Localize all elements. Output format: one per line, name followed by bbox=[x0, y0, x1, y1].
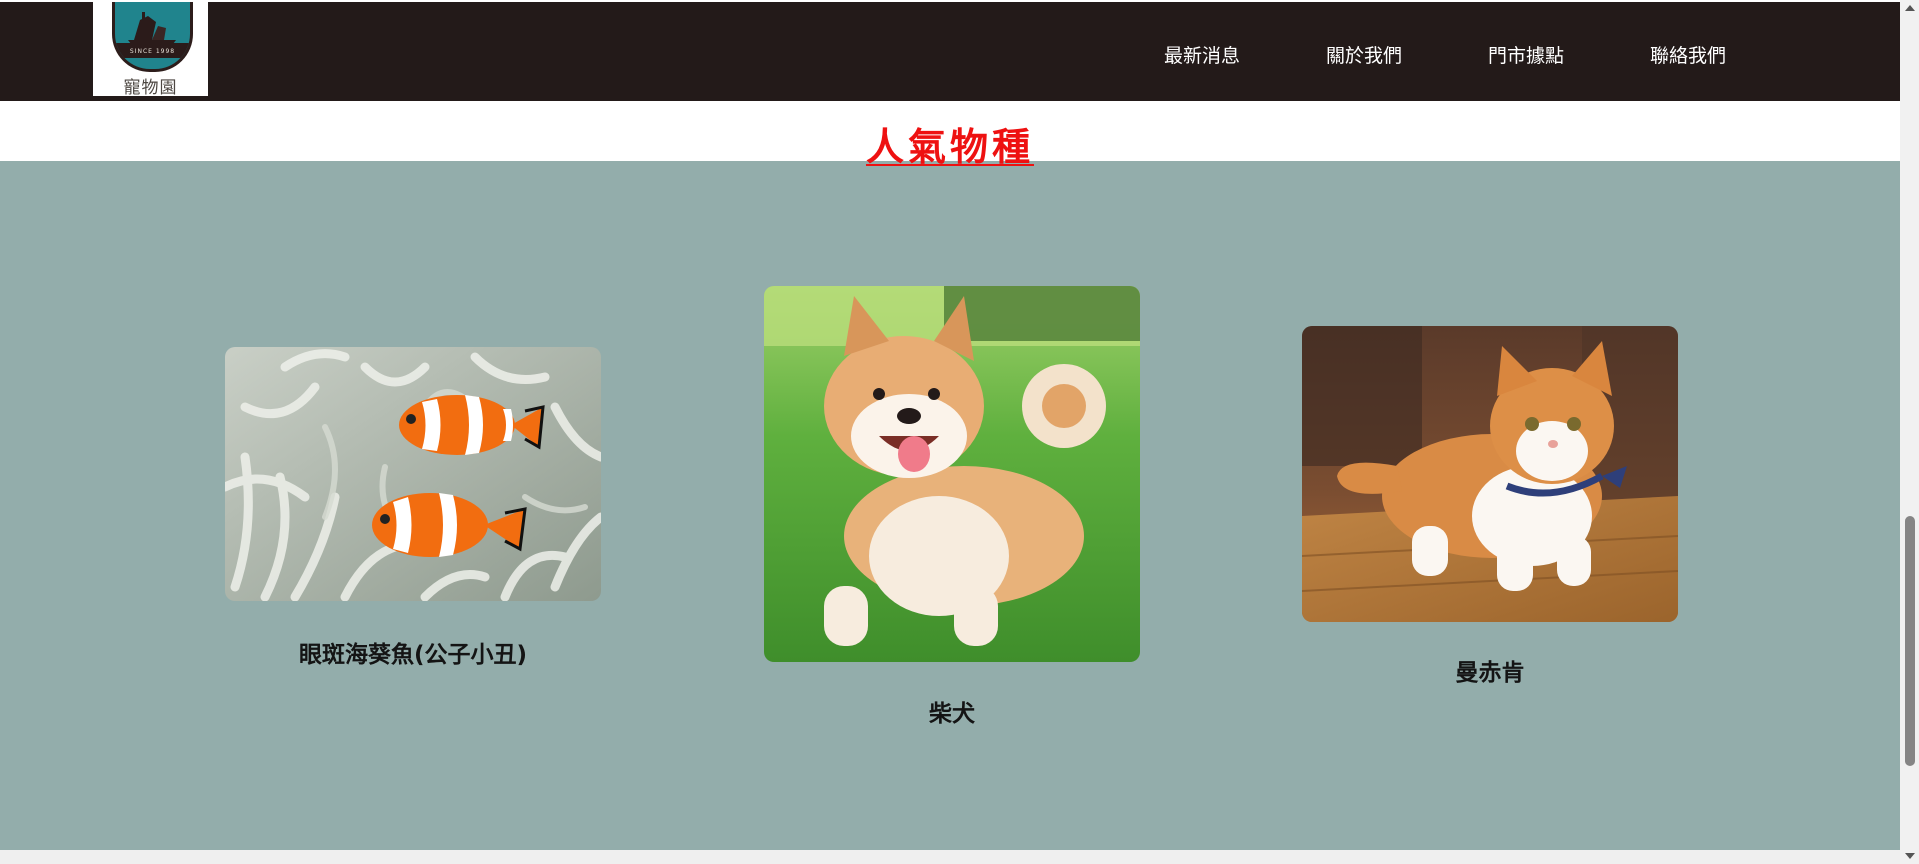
logo-since-text: SINCE 1998 bbox=[129, 48, 176, 55]
pet-name-munchkin: 曼赤肯 bbox=[1455, 660, 1525, 686]
site-logo[interactable]: SINCE 1998 寵物園 bbox=[93, 2, 208, 98]
nav-about-us[interactable]: 關於我們 bbox=[1326, 41, 1402, 68]
pet-name-clownfish: 眼斑海葵魚(公子小丑) bbox=[298, 642, 528, 668]
scroll-thumb[interactable] bbox=[1905, 516, 1915, 766]
scroll-up-arrow-icon[interactable] bbox=[1905, 5, 1915, 11]
section-title: 人氣物種 bbox=[865, 124, 1034, 169]
page-footer-strip bbox=[0, 850, 1900, 864]
nav-contact-us[interactable]: 聯絡我們 bbox=[1650, 41, 1726, 68]
nav-store-locations[interactable]: 門市據點 bbox=[1488, 41, 1564, 68]
site-header: SINCE 1998 寵物園 最新消息 關於我們 門市據點 聯絡我們 bbox=[0, 2, 1900, 101]
shiba-inu-photo[interactable] bbox=[764, 286, 1140, 662]
scroll-down-arrow-icon[interactable] bbox=[1905, 853, 1915, 859]
logo-name: 寵物園 bbox=[123, 78, 178, 98]
vertical-scrollbar[interactable] bbox=[1900, 0, 1919, 864]
nav-latest-news[interactable]: 最新消息 bbox=[1164, 41, 1240, 68]
munchkin-cat-photo[interactable] bbox=[1302, 326, 1678, 622]
clownfish-photo[interactable] bbox=[225, 347, 601, 601]
logo-emblem: SINCE 1998 bbox=[112, 2, 193, 72]
pet-name-shiba-inu: 柴犬 bbox=[929, 701, 975, 727]
popular-pets-section: 眼斑海葵魚(公子小丑) 柴犬 曼赤肯 bbox=[0, 161, 1900, 850]
